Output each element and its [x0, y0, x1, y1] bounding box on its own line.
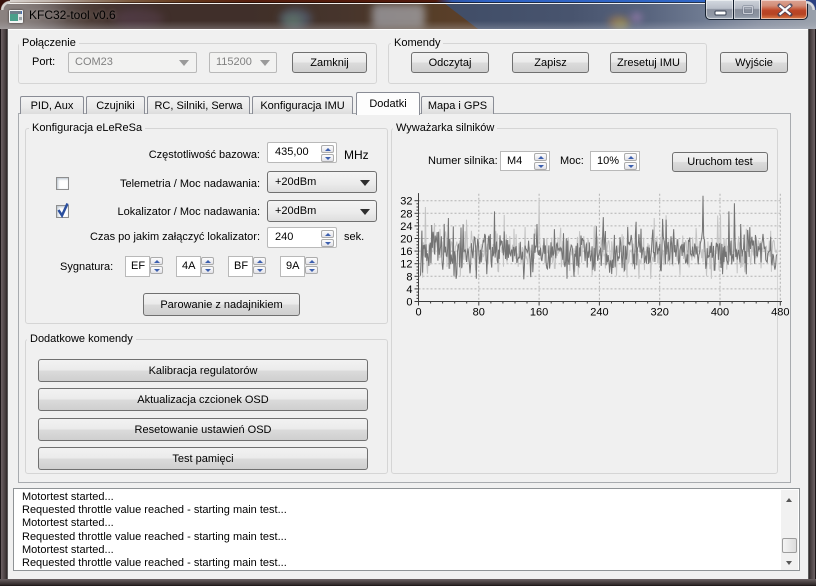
svg-text:80: 80	[473, 307, 485, 319]
svg-text:480: 480	[771, 307, 789, 319]
svg-text:20: 20	[400, 234, 412, 246]
svg-text:32: 32	[400, 196, 412, 208]
svg-text:28: 28	[400, 208, 412, 220]
svg-text:0: 0	[406, 297, 412, 309]
svg-text:320: 320	[651, 307, 669, 319]
svg-text:12: 12	[400, 259, 412, 271]
svg-text:16: 16	[400, 246, 412, 258]
svg-text:24: 24	[400, 221, 412, 233]
svg-text:8: 8	[406, 271, 412, 283]
svg-text:160: 160	[530, 307, 548, 319]
svg-text:4: 4	[406, 284, 412, 296]
svg-text:400: 400	[711, 307, 729, 319]
svg-text:240: 240	[590, 307, 608, 319]
svg-text:0: 0	[415, 307, 421, 319]
